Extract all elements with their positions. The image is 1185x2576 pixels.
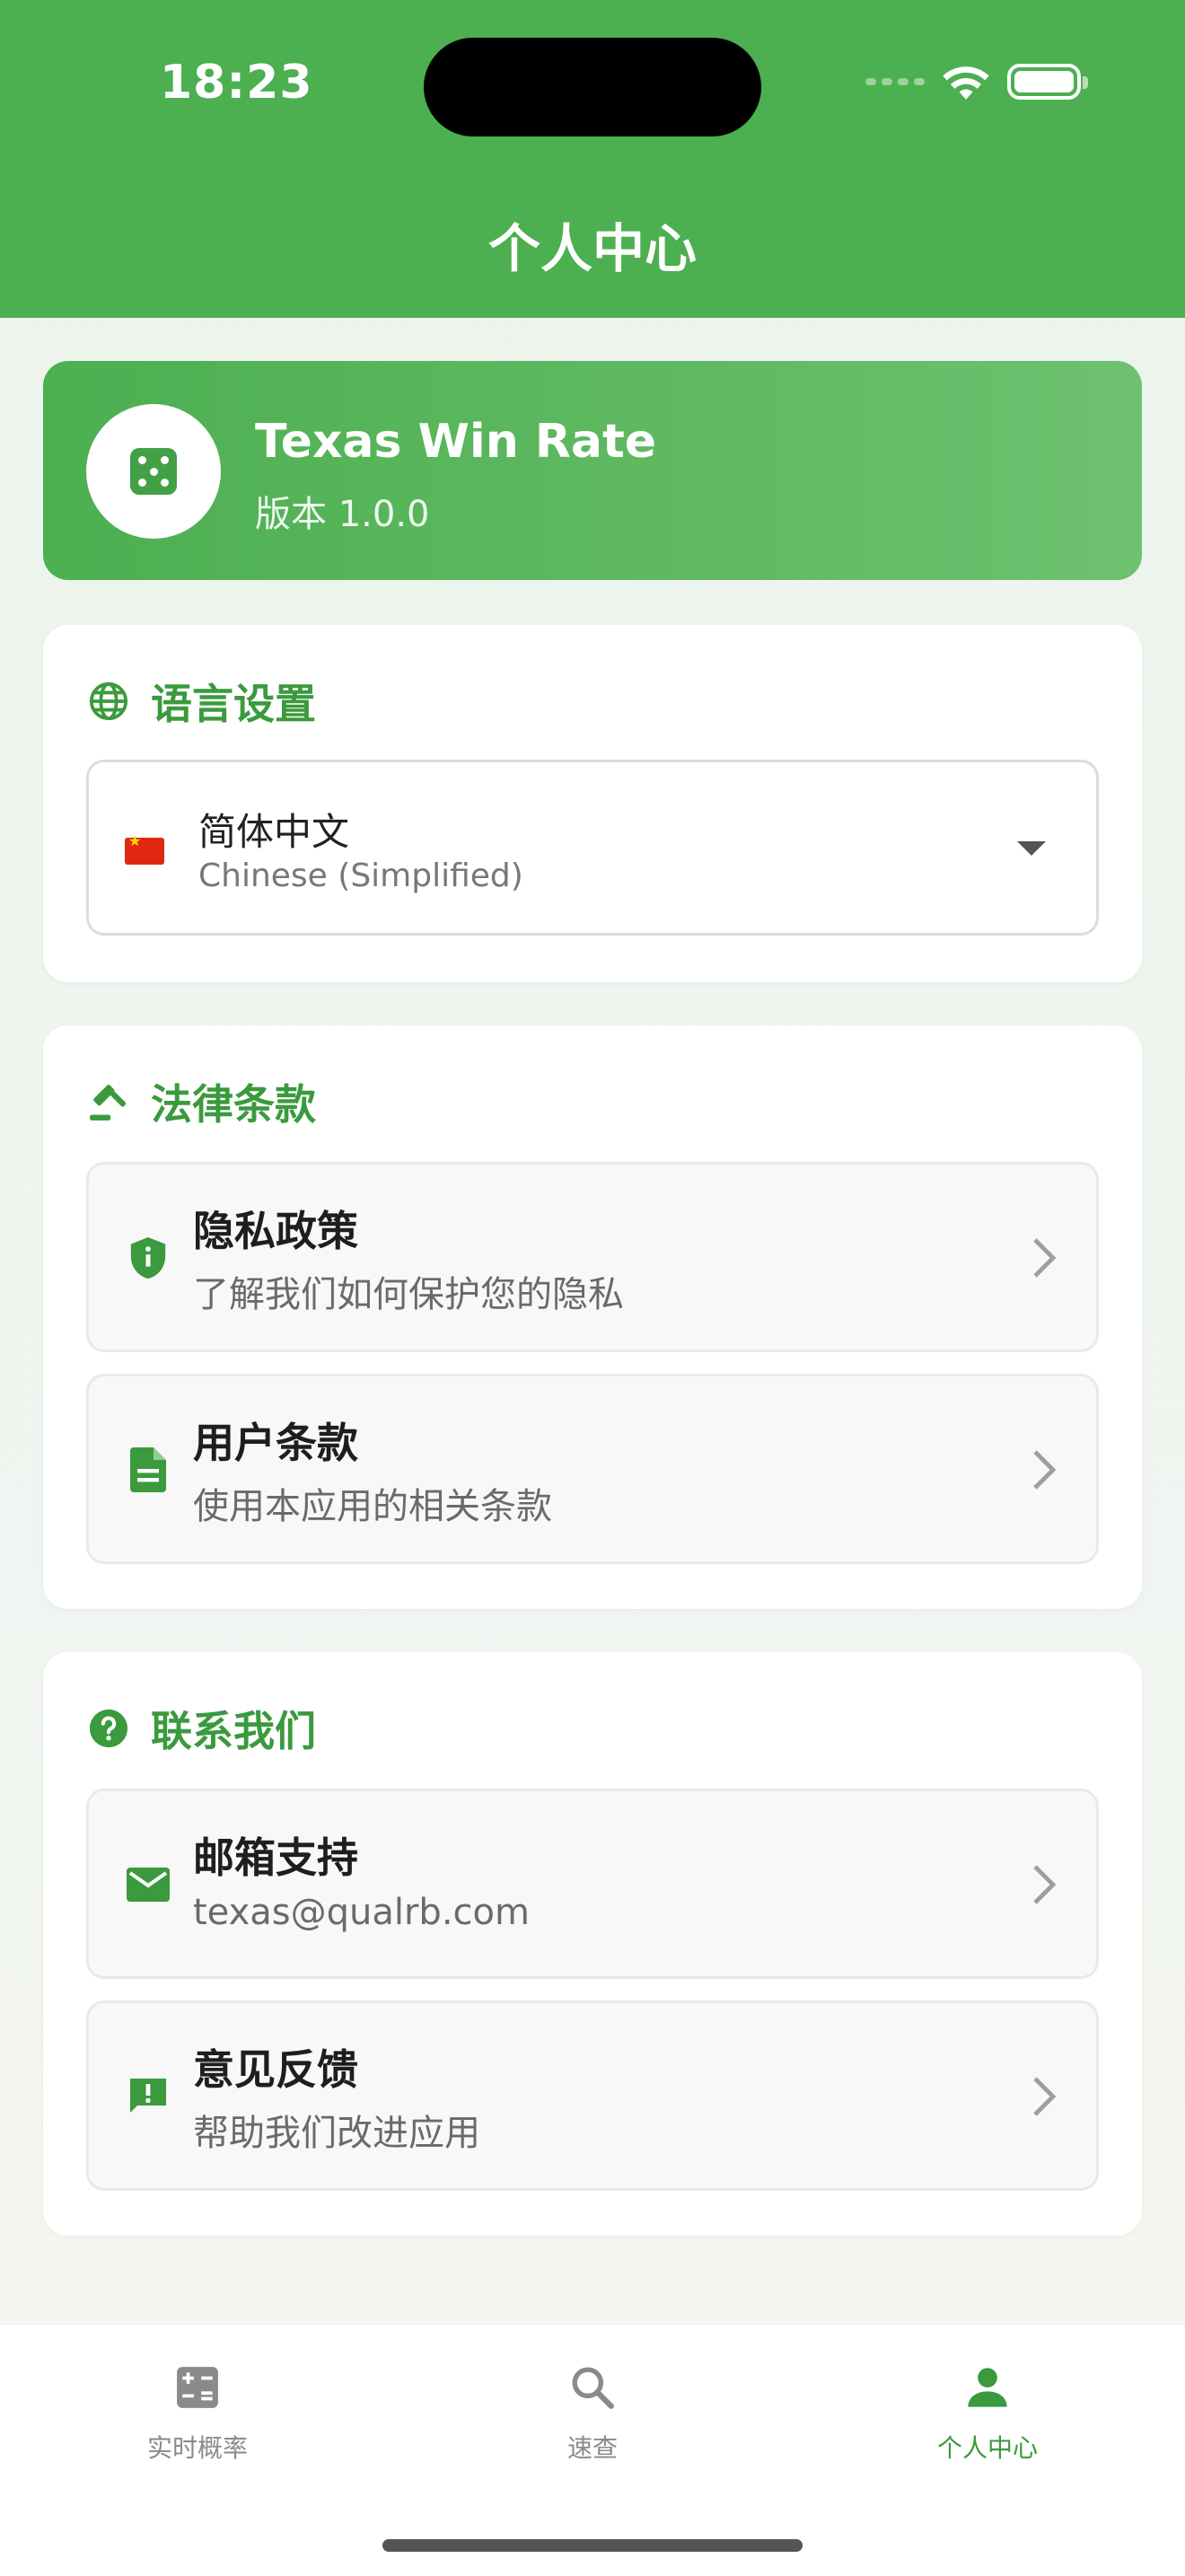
mail-icon: [125, 1861, 171, 1908]
email-support-address: texas@qualrb.com: [193, 1892, 530, 1933]
email-support-title: 邮箱支持: [193, 1833, 358, 1882]
chevron-right-icon: [1033, 2077, 1057, 2116]
feedback-item[interactable]: 意见反馈 帮助我们改进应用: [86, 2000, 1099, 2191]
feedback-subtitle: 帮助我们改进应用: [193, 2113, 480, 2154]
feedback-title: 意见反馈: [193, 2045, 358, 2094]
language-settings-card: 语言设置 简体中文 Chinese (Simplified): [43, 625, 1142, 982]
calculator-icon: [63, 2361, 332, 2414]
user-terms-title: 用户条款: [193, 1419, 358, 1467]
app-header: 18:23 个人中心: [0, 0, 1185, 318]
feedback-icon: [125, 2073, 171, 2120]
bottom-tab-bar: 实时概率 速查 个人中心: [0, 2324, 1185, 2576]
home-indicator[interactable]: [382, 2539, 803, 2552]
selected-language-name: 简体中文: [198, 810, 350, 854]
app-name: Texas Win Rate: [255, 415, 657, 469]
user-terms-subtitle: 使用本应用的相关条款: [193, 1486, 552, 1527]
privacy-policy-subtitle: 了解我们如何保护您的隐私: [193, 1274, 624, 1315]
person-icon: [853, 2361, 1122, 2414]
contact-section-header: 联系我们: [86, 1699, 316, 1758]
document-icon: [125, 1446, 171, 1493]
tab-personal-center[interactable]: 个人中心: [853, 2361, 1122, 2465]
tab-quick-lookup[interactable]: 速查: [458, 2361, 727, 2465]
tab-label: 实时概率: [146, 2433, 248, 2463]
chevron-right-icon: [1033, 1450, 1057, 1490]
legal-section-header: 法律条款: [86, 1072, 316, 1131]
language-section-title: 语言设置: [151, 680, 316, 728]
legal-section-title: 法律条款: [151, 1080, 316, 1129]
contact-card: 联系我们 邮箱支持 texas@qualrb.com 意见反馈 帮助我们改进应用: [43, 1652, 1142, 2236]
shield-info-icon: [125, 1235, 171, 1281]
tab-label: 个人中心: [936, 2433, 1038, 2463]
legal-card: 法律条款 隐私政策 了解我们如何保护您的隐私 用户条款 使用本应用的相关条款: [43, 1025, 1142, 1609]
app-logo: [86, 404, 221, 539]
chevron-right-icon: [1033, 1865, 1057, 1904]
globe-icon: [86, 679, 131, 724]
wifi-icon: [943, 66, 989, 100]
cellular-signal-icon: [865, 78, 925, 85]
dynamic-island: [424, 38, 761, 136]
dice-icon: [130, 448, 177, 495]
battery-icon: [1007, 64, 1088, 100]
selected-language-subtitle: Chinese (Simplified): [198, 857, 523, 894]
china-flag-icon: [125, 832, 164, 865]
tab-realtime-probability[interactable]: 实时概率: [63, 2361, 332, 2465]
help-circle-icon: [86, 1706, 131, 1751]
privacy-policy-item[interactable]: 隐私政策 了解我们如何保护您的隐私: [86, 1162, 1099, 1352]
page-title: 个人中心: [487, 218, 697, 279]
contact-section-title: 联系我们: [151, 1707, 316, 1755]
language-section-header: 语言设置: [86, 672, 316, 731]
language-dropdown[interactable]: 简体中文 Chinese (Simplified): [86, 760, 1099, 936]
app-version: 版本 1.0.0: [255, 494, 430, 535]
chevron-right-icon: [1033, 1238, 1057, 1278]
email-support-item[interactable]: 邮箱支持 texas@qualrb.com: [86, 1789, 1099, 1979]
privacy-policy-title: 隐私政策: [193, 1207, 358, 1255]
search-icon: [458, 2361, 727, 2414]
tab-label: 速查: [566, 2433, 618, 2463]
dropdown-arrow-icon: [1017, 841, 1046, 856]
status-indicators: [865, 63, 1088, 101]
gavel-icon: [86, 1079, 131, 1124]
app-info-card: Texas Win Rate 版本 1.0.0: [43, 361, 1142, 580]
status-time: 18:23: [160, 56, 313, 110]
user-terms-item[interactable]: 用户条款 使用本应用的相关条款: [86, 1374, 1099, 1564]
